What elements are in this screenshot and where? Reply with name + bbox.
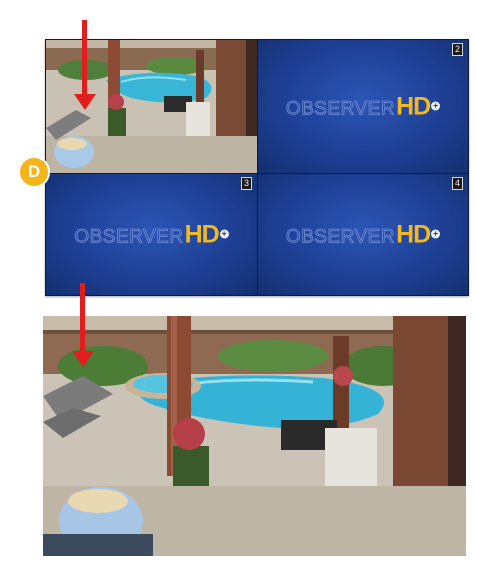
logo-prefix: OBSERVER xyxy=(285,98,396,120)
fullscreen-camera-view[interactable] xyxy=(43,316,466,556)
observer-hd-logo: OBSERVERHD + xyxy=(258,220,468,249)
down-arrow-icon xyxy=(72,283,94,369)
channel-3-tile[interactable]: 3 OBSERVERHD + xyxy=(46,174,257,295)
logo-plus: + xyxy=(431,100,441,110)
observer-hd-logo: OBSERVERHD + xyxy=(258,92,468,121)
down-arrow-icon xyxy=(74,20,96,112)
logo-prefix: OBSERVER xyxy=(74,226,184,248)
logo-plus: + xyxy=(431,228,441,238)
logo-plus: + xyxy=(219,228,229,238)
logo-suffix: HD xyxy=(396,220,431,248)
backyard-camera-feed xyxy=(43,316,466,556)
logo-prefix: OBSERVER xyxy=(285,226,396,248)
channel-4-number: 4 xyxy=(452,177,463,190)
logo-suffix: HD xyxy=(184,220,220,248)
observer-hd-logo: OBSERVERHD + xyxy=(46,220,257,249)
logo-suffix: HD xyxy=(396,92,431,120)
channel-2-number: 2 xyxy=(452,43,463,56)
channel-2-tile[interactable]: 2 OBSERVERHD + xyxy=(258,40,468,173)
multiview-grid: 2 OBSERVERHD + 3 OBSERVERHD + 4 OBSERVERHD… xyxy=(45,39,469,296)
channel-3-number: 3 xyxy=(241,177,252,190)
callout-badge: D xyxy=(18,156,50,188)
channel-4-tile[interactable]: 4 OBSERVERHD + xyxy=(258,174,468,295)
